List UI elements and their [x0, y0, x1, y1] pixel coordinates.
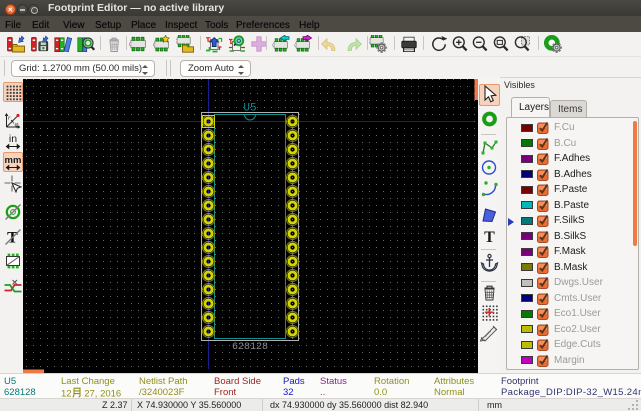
svg-text:T: T — [484, 229, 495, 246]
svg-text:r: r — [8, 114, 11, 121]
svg-text:φ: φ — [14, 120, 18, 128]
svg-text:mm: mm — [4, 155, 21, 166]
svg-text:in: in — [8, 133, 16, 145]
svg-text:628128: 628128 — [232, 342, 268, 353]
svg-text:U5: U5 — [243, 103, 256, 115]
